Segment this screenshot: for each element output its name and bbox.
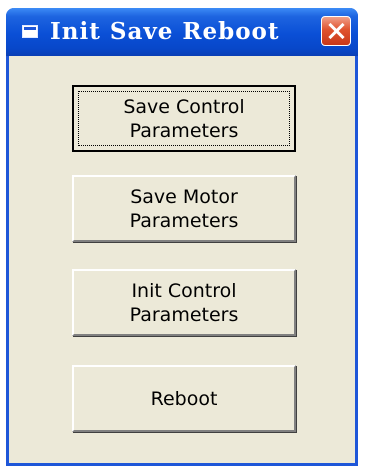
- save-motor-parameters-button[interactable]: Save Motor Parameters: [72, 175, 296, 242]
- focus-ring: [78, 91, 290, 146]
- init-control-parameters-button[interactable]: Init Control Parameters: [72, 269, 296, 336]
- save-control-parameters-button[interactable]: Save Control Parameters: [72, 85, 296, 152]
- button-label: Save Motor Parameters: [129, 185, 239, 232]
- window-title: Init Save Reboot: [50, 18, 280, 45]
- close-button[interactable]: [321, 16, 351, 46]
- reboot-button[interactable]: Reboot: [72, 365, 296, 432]
- button-label: Init Control Parameters: [129, 279, 239, 326]
- dialog-window: Init Save Reboot Save Control Parameters…: [6, 8, 358, 466]
- button-label: Reboot: [150, 387, 218, 410]
- title-bar[interactable]: Init Save Reboot: [6, 8, 358, 56]
- window-icon: [22, 25, 38, 38]
